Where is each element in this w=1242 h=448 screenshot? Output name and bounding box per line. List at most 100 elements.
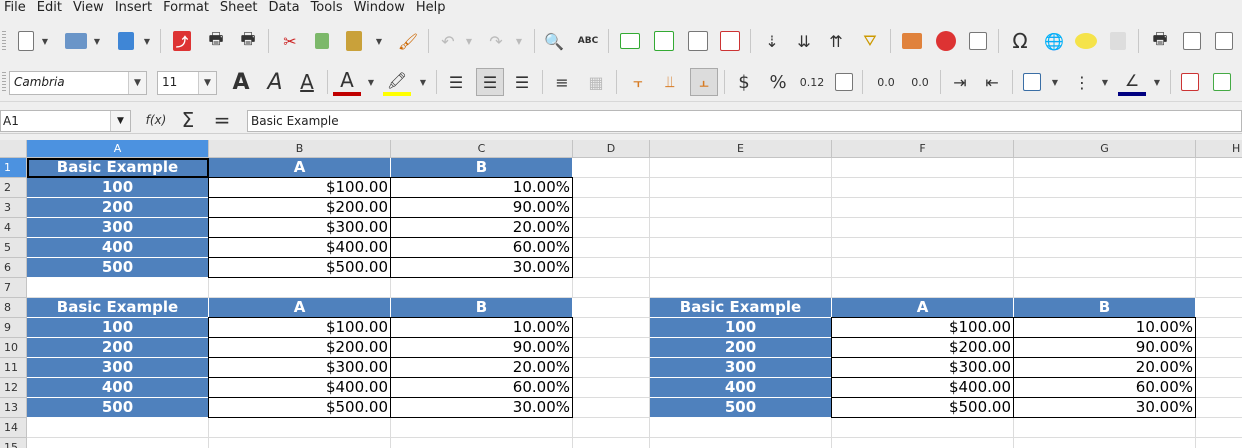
grid-cell[interactable] [573, 198, 650, 218]
column-header-a[interactable]: A [27, 140, 209, 158]
row-header-3[interactable]: 3 [0, 198, 27, 218]
hyperlink-icon[interactable]: 🌐 [1040, 27, 1068, 55]
grid-cell[interactable] [1014, 278, 1196, 298]
decrease-indent-icon[interactable]: ⇤ [978, 68, 1006, 96]
copy-icon[interactable] [308, 27, 336, 55]
table-header-cell[interactable]: A [832, 298, 1014, 318]
menu-format[interactable]: Format [159, 0, 216, 17]
column-header-e[interactable]: E [650, 140, 832, 158]
table-value-cell[interactable]: $500.00 [208, 397, 391, 418]
table-value-cell[interactable]: 30.00% [390, 397, 573, 418]
grid-cell[interactable] [650, 178, 832, 198]
table-value-cell[interactable]: $400.00 [208, 377, 391, 398]
grid-cell[interactable] [832, 178, 1014, 198]
grid-cell[interactable] [1196, 378, 1242, 398]
center-vertically-icon[interactable]: ⫫ [656, 68, 684, 96]
special-character-icon[interactable]: Ω [1006, 27, 1034, 55]
grid-cell[interactable] [27, 438, 209, 448]
align-center-icon[interactable]: ☰ [476, 68, 504, 96]
grid-cell[interactable] [573, 398, 650, 418]
grid-cell[interactable] [1196, 438, 1242, 448]
table-row-label-cell[interactable]: 300 [27, 358, 209, 378]
grid-cell[interactable] [1196, 158, 1242, 178]
column-icon[interactable] [650, 27, 678, 55]
freeze-rows-icon[interactable] [1178, 27, 1206, 55]
font-color-dropdown-icon[interactable]: ▼ [366, 74, 376, 90]
font-color-button[interactable]: A [333, 68, 361, 96]
grid-cell[interactable] [391, 438, 573, 448]
grid-cell[interactable] [573, 438, 650, 448]
grid-cell[interactable] [391, 418, 573, 438]
select-all-corner[interactable] [0, 140, 27, 158]
grid-cell[interactable] [209, 418, 391, 438]
table-header-cell[interactable]: Basic Example [27, 298, 209, 318]
open-dropdown-icon[interactable]: ▼ [92, 33, 102, 49]
spreadsheet-grid[interactable]: A B C D E F G H 1 2 3 4 5 6 7 8 9 10 11 … [0, 140, 1242, 448]
redo-dropdown-icon[interactable]: ▼ [514, 33, 524, 49]
table-value-cell[interactable]: $400.00 [208, 237, 391, 258]
grid-cell[interactable] [209, 438, 391, 448]
new-document-icon[interactable] [12, 27, 40, 55]
grid-cell[interactable] [832, 418, 1014, 438]
table-value-cell[interactable]: $300.00 [831, 357, 1014, 378]
grid-cell[interactable] [1014, 198, 1196, 218]
align-right-icon[interactable]: ☰ [508, 68, 536, 96]
toolbar-grip[interactable] [2, 72, 6, 92]
grid-cell[interactable] [832, 238, 1014, 258]
row-header-10[interactable]: 10 [0, 338, 27, 358]
grid-cell[interactable] [1196, 318, 1242, 338]
grid-cell[interactable] [27, 418, 209, 438]
menu-sheet[interactable]: Sheet [216, 0, 265, 17]
grid-cell[interactable] [832, 278, 1014, 298]
insert-image-icon[interactable] [898, 27, 926, 55]
undo-dropdown-icon[interactable]: ▼ [464, 33, 474, 49]
delete-decimal-button[interactable]: 0.0 [904, 68, 936, 96]
grid-cell[interactable] [650, 238, 832, 258]
grid-cell[interactable] [832, 218, 1014, 238]
date-format-icon[interactable] [830, 68, 858, 96]
table-row-label-cell[interactable]: 200 [650, 338, 832, 358]
grid-cell[interactable] [573, 298, 650, 318]
table-value-cell[interactable]: $400.00 [831, 377, 1014, 398]
conditional-format-2-icon[interactable] [1208, 68, 1236, 96]
menu-window[interactable]: Window [350, 0, 412, 17]
grid-cell[interactable] [650, 278, 832, 298]
menu-file[interactable]: File [0, 0, 33, 17]
grid-cell[interactable] [573, 178, 650, 198]
bold-button[interactable]: A [227, 68, 255, 96]
table-header-cell[interactable]: B [1014, 298, 1196, 318]
export-pdf-icon[interactable]: ⤴ [168, 27, 196, 55]
row-header-12[interactable]: 12 [0, 378, 27, 398]
increase-indent-icon[interactable]: ⇥ [946, 68, 974, 96]
table-row-label-cell[interactable]: 500 [27, 398, 209, 418]
grid-cell[interactable] [650, 218, 832, 238]
print-icon[interactable]: 🖶 [202, 27, 230, 55]
table-value-cell[interactable]: 60.00% [390, 377, 573, 398]
grid-cell[interactable] [1014, 178, 1196, 198]
row-header-7[interactable]: 7 [0, 278, 27, 298]
grid-cell[interactable] [573, 318, 650, 338]
border-style-dropdown-icon[interactable]: ▼ [1100, 74, 1110, 90]
table-header-cell[interactable]: B [391, 298, 573, 318]
table-value-cell[interactable]: 30.00% [1013, 397, 1196, 418]
chevron-down-icon[interactable]: ▼ [198, 72, 216, 94]
table-value-cell[interactable]: $200.00 [831, 337, 1014, 358]
border-color-icon[interactable]: ∠ [1118, 68, 1146, 96]
table-value-cell[interactable]: 90.00% [1013, 337, 1196, 358]
borders-dropdown-icon[interactable]: ▼ [1050, 74, 1060, 90]
paste-dropdown-icon[interactable]: ▼ [374, 33, 384, 49]
function-wizard-button[interactable]: f(x) [141, 106, 171, 134]
grid-cell[interactable] [650, 418, 832, 438]
grid-cell[interactable] [573, 378, 650, 398]
align-bottom-icon[interactable]: ⫠ [690, 68, 718, 96]
table-value-cell[interactable]: 20.00% [1013, 357, 1196, 378]
grid-cell[interactable] [1014, 238, 1196, 258]
grid-cell[interactable] [1196, 218, 1242, 238]
grid-cell[interactable] [1196, 258, 1242, 278]
insert-chart-icon[interactable] [932, 27, 960, 55]
grid-cell[interactable] [391, 278, 573, 298]
conditional-format-icon[interactable] [1176, 68, 1204, 96]
grid-cell[interactable] [832, 438, 1014, 448]
grid-cell[interactable] [573, 418, 650, 438]
row-header-5[interactable]: 5 [0, 238, 27, 258]
